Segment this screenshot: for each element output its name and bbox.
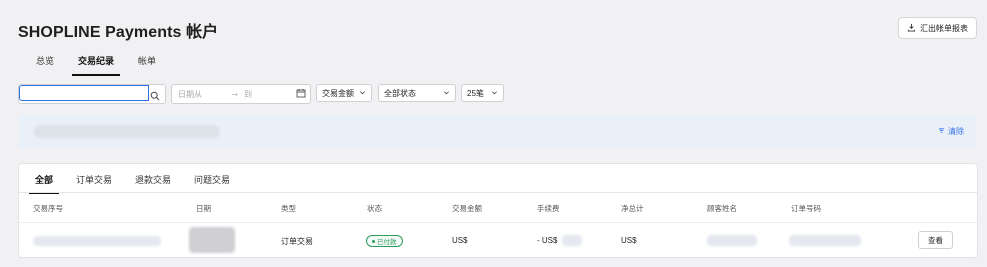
status-select[interactable]: 全部状态 <box>378 84 456 102</box>
column-header-date: 日期 <box>196 204 211 213</box>
amount-select[interactable]: 交易金额 <box>316 84 372 102</box>
page-title: SHOPLINE Payments 帐户 <box>18 24 219 41</box>
download-icon <box>907 23 916 34</box>
transactions-card: 全部 订单交易 退款交易 问题交易 交易序号 日期 类型 状态 交易金额 手续费… <box>18 163 978 258</box>
row-net-total: US$ <box>621 236 637 245</box>
chevron-down-icon <box>359 89 366 98</box>
arrow-right-icon: → <box>230 88 239 98</box>
date-from-input[interactable]: 日期从 <box>178 89 202 100</box>
tab-overview[interactable]: 总览 <box>36 54 54 75</box>
view-transaction-button[interactable]: 查看 <box>918 231 953 249</box>
clear-filters-label: 清除 <box>948 127 964 136</box>
page-size-select-value: 25笔 <box>467 88 484 98</box>
status-badge: 已付款 <box>366 235 403 247</box>
tab-transactions[interactable]: 交易纪录 <box>72 54 121 76</box>
date-range-picker[interactable]: 日期从 → 到 <box>171 84 311 104</box>
export-statement-label: 汇出帐单报表 <box>920 23 968 33</box>
search-field <box>18 84 166 104</box>
calendar-icon[interactable] <box>296 88 306 98</box>
redacted-customer-name <box>707 235 757 246</box>
status-badge-label: 已付款 <box>377 239 397 246</box>
status-select-value: 全部状态 <box>384 88 416 98</box>
redacted-date <box>189 227 235 253</box>
tab-problem-transactions[interactable]: 问题交易 <box>194 173 230 194</box>
row-type: 订单交易 <box>281 237 313 246</box>
tab-statements[interactable]: 帐单 <box>138 54 156 75</box>
redacted-order-number <box>789 235 861 246</box>
tab-all[interactable]: 全部 <box>28 173 60 194</box>
search-icon[interactable] <box>150 88 160 101</box>
row-amount: US$ <box>452 236 468 245</box>
amount-select-value: 交易金额 <box>322 88 354 98</box>
redacted-transaction-id <box>33 236 161 246</box>
redacted-fee-value <box>562 235 582 246</box>
page-size-select[interactable]: 25笔 <box>461 84 504 102</box>
column-header-customer-name: 顾客姓名 <box>707 204 737 213</box>
tab-refund-transactions[interactable]: 退款交易 <box>135 173 171 194</box>
summary-panel: 清除 <box>18 114 976 149</box>
column-header-order-number: 订单号码 <box>791 204 821 213</box>
tab-order-transactions[interactable]: 订单交易 <box>76 173 112 194</box>
filter-clear-icon <box>938 127 945 136</box>
status-dot-icon <box>372 239 375 243</box>
chevron-down-icon <box>443 89 450 98</box>
tabs-divider <box>19 192 977 193</box>
column-header-fee: 手续费 <box>537 204 560 213</box>
redacted-summary <box>34 125 220 138</box>
chevron-down-icon <box>491 89 498 98</box>
column-header-amount: 交易金额 <box>452 204 482 213</box>
transaction-type-tabs: 全部 订单交易 退款交易 问题交易 <box>28 173 230 194</box>
export-statement-button[interactable]: 汇出帐单报表 <box>898 17 977 39</box>
column-header-type: 类型 <box>281 204 296 213</box>
clear-filters-link[interactable]: 清除 <box>938 126 964 137</box>
search-input[interactable] <box>19 85 149 101</box>
row-fee: - US$ <box>537 236 558 245</box>
date-to-input[interactable]: 到 <box>244 89 252 100</box>
header-divider <box>19 222 977 223</box>
column-header-transaction-id: 交易序号 <box>33 204 63 213</box>
top-tabs: 总览 交易纪录 帐单 <box>36 54 156 76</box>
column-header-net-total: 净总计 <box>621 204 644 213</box>
column-header-status: 状态 <box>367 204 382 213</box>
